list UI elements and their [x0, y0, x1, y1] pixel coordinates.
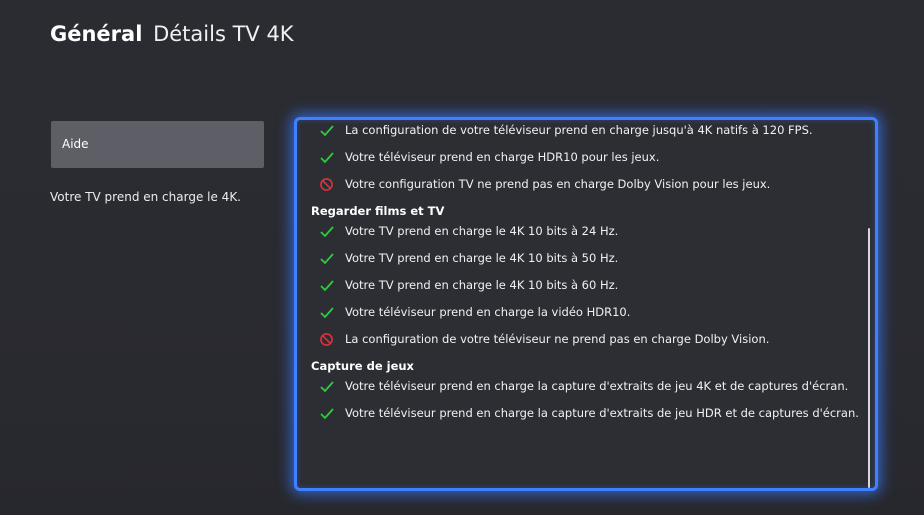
page-title: Détails TV 4K: [153, 22, 294, 46]
group-title-capture: Capture de jeux: [311, 359, 414, 373]
list-item-text: Votre TV prend en charge le 4K 10 bits à…: [345, 224, 619, 238]
list-item-text: Votre téléviseur prend en charge HDR10 p…: [345, 150, 660, 164]
page-header: Général Détails TV 4K: [50, 22, 294, 46]
list-item: La configuration de votre téléviseur pre…: [297, 123, 863, 138]
list-item: Votre téléviseur prend en charge la vidé…: [297, 305, 863, 320]
tv-support-description: Votre TV prend en charge le 4K.: [50, 190, 241, 204]
check-icon: [319, 305, 335, 320]
check-icon: [319, 123, 335, 138]
list-item: Votre TV prend en charge le 4K 10 bits à…: [297, 251, 863, 266]
section-title: Général: [50, 22, 143, 46]
list-item-text: Votre téléviseur prend en charge la capt…: [345, 379, 849, 393]
check-icon: [319, 406, 335, 421]
list-item: Votre TV prend en charge le 4K 10 bits à…: [297, 278, 863, 293]
list-item-text: Votre téléviseur prend en charge la capt…: [345, 406, 859, 420]
list-item: La configuration de votre téléviseur ne …: [297, 332, 863, 347]
list-item-text: Votre téléviseur prend en charge la vidé…: [345, 305, 631, 319]
list-item: Votre TV prend en charge le 4K 10 bits à…: [297, 224, 863, 239]
list-item-text: Votre TV prend en charge le 4K 10 bits à…: [345, 278, 619, 292]
list-item: Votre téléviseur prend en charge HDR10 p…: [297, 150, 863, 165]
not-supported-icon: [319, 332, 335, 347]
help-button[interactable]: Aide: [51, 121, 264, 168]
list-item: Votre téléviseur prend en charge la capt…: [297, 379, 863, 394]
check-icon: [319, 278, 335, 293]
check-icon: [319, 224, 335, 239]
list-item-text: La configuration de votre téléviseur ne …: [345, 332, 770, 346]
scrollbar[interactable]: [868, 228, 870, 488]
list-item: Votre configuration TV ne prend pas en c…: [297, 177, 863, 192]
group-title-movies: Regarder films et TV: [311, 204, 445, 218]
details-list: La configuration de votre téléviseur pre…: [297, 120, 863, 488]
list-item: Votre téléviseur prend en charge la capt…: [297, 406, 863, 421]
check-icon: [319, 379, 335, 394]
check-icon: [319, 251, 335, 266]
tv-details-panel[interactable]: La configuration de votre téléviseur pre…: [294, 117, 878, 491]
list-item-text: La configuration de votre téléviseur pre…: [345, 123, 813, 137]
list-item-text: Votre configuration TV ne prend pas en c…: [345, 177, 771, 191]
not-supported-icon: [319, 177, 335, 192]
list-item-text: Votre TV prend en charge le 4K 10 bits à…: [345, 251, 619, 265]
check-icon: [319, 150, 335, 165]
